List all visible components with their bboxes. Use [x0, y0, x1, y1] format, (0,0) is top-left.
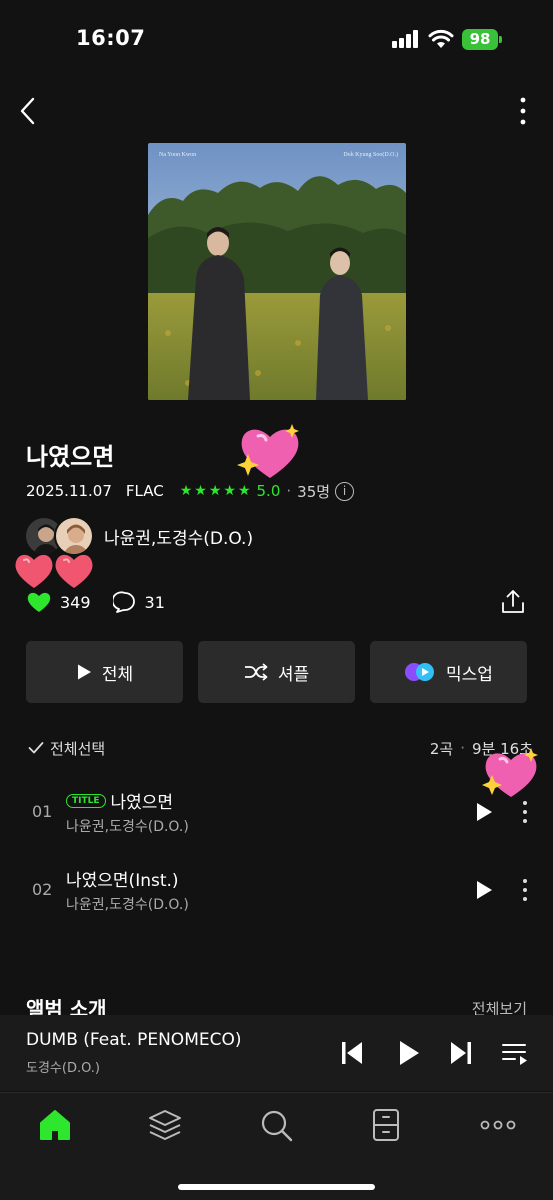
star-icon: ★: [237, 483, 251, 499]
album-cover-illustration: [148, 143, 406, 400]
mixup-button[interactable]: 믹스업: [370, 641, 527, 703]
track-play-icon[interactable]: [474, 879, 494, 901]
rating-stars: ★ ★ ★ ★ ★: [180, 483, 251, 499]
separator-dot: ·: [460, 739, 465, 757]
track-more-icon[interactable]: [518, 799, 532, 825]
title-badge: TITLE: [66, 793, 106, 808]
playlist-queue-icon[interactable]: [501, 1041, 529, 1067]
comment-count: 31: [144, 592, 165, 612]
album-title: 나였으면: [26, 443, 115, 471]
heart-like-icon[interactable]: [26, 590, 52, 614]
cover-credit-left: Na Yoon Kwon: [159, 152, 197, 158]
release-date: 2025.11.07: [26, 482, 112, 500]
select-all-toggle[interactable]: 전체선택: [28, 737, 105, 759]
previous-track-icon[interactable]: [340, 1040, 364, 1066]
now-playing-artist: 도경수(D.O.): [26, 1061, 101, 1076]
track-count: 2곡: [429, 739, 454, 758]
play-all-label: 전체: [101, 664, 134, 685]
checkmark-icon: [28, 742, 44, 754]
rating-score: 5.0: [256, 482, 281, 500]
next-track-icon[interactable]: [449, 1040, 473, 1066]
share-icon[interactable]: [499, 588, 527, 616]
album-cover: Na Yoon Kwon Doh Kyung Soo(D.O.): [148, 143, 406, 400]
comment-icon[interactable]: [112, 590, 137, 614]
now-playing-title: DUMB (Feat. PENOMECO): [26, 1030, 242, 1050]
track-row[interactable]: 02 나였으면(Inst.) 나윤권,도경수(D.O.): [0, 860, 553, 920]
like-count: 349: [60, 592, 91, 612]
play-icon[interactable]: [397, 1039, 421, 1067]
shuffle-icon: [244, 663, 268, 681]
track-title-line: 나였으면(Inst.): [66, 866, 179, 891]
track-number: 02: [32, 880, 53, 899]
status-time: 16:07: [76, 26, 146, 50]
sparkle-heart-sticker-icon: [482, 748, 538, 797]
info-icon[interactable]: i: [335, 481, 355, 501]
play-icon: [77, 664, 91, 680]
star-icon: ★: [208, 483, 222, 499]
audio-format: FLAC: [125, 482, 164, 500]
more-dots-icon[interactable]: [478, 1107, 518, 1143]
track-title: 나였으면: [110, 793, 174, 813]
home-icon[interactable]: [37, 1107, 73, 1143]
track-title: 나였으면(Inst.): [66, 871, 179, 891]
track-more-icon[interactable]: [518, 877, 532, 903]
layers-icon[interactable]: [147, 1107, 183, 1143]
search-icon[interactable]: [258, 1107, 294, 1143]
mini-player[interactable]: DUMB (Feat. PENOMECO) 도경수(D.O.): [0, 1015, 553, 1091]
track-title-line: TITLE 나였으면: [66, 788, 173, 813]
mixup-icon: [405, 663, 435, 681]
back-icon[interactable]: [14, 94, 44, 128]
track-artist: 나윤권,도경수(D.O.): [66, 897, 189, 913]
mixup-label: 믹스업: [446, 664, 493, 685]
track-play-icon[interactable]: [474, 801, 494, 823]
shuffle-label: 셔플: [277, 664, 310, 685]
track-row[interactable]: 01 TITLE 나였으면 나윤권,도경수(D.O.): [0, 782, 553, 842]
battery-tip: [499, 36, 502, 43]
social-row: 349 31: [26, 588, 165, 616]
double-heart-sticker-icon: [15, 554, 93, 588]
track-number: 01: [32, 802, 53, 821]
sparkle-heart-sticker-icon: [237, 424, 299, 478]
shuffle-button[interactable]: 셔플: [198, 641, 355, 703]
star-icon: ★: [179, 483, 193, 499]
cellular-signal-icon: [392, 30, 420, 48]
status-bar: 16:07 98: [0, 0, 553, 82]
rating-count: 35명: [297, 482, 331, 501]
track-artist: 나윤권,도경수(D.O.): [66, 819, 189, 835]
more-vertical-icon[interactable]: [508, 94, 538, 128]
play-all-button[interactable]: 전체: [26, 641, 183, 703]
battery-indicator: 98: [462, 29, 498, 50]
album-meta-row: 2025.11.07 FLAC ★ ★ ★ ★ ★ 5.0 · 35명 i: [26, 480, 355, 502]
library-drawer-icon[interactable]: [368, 1107, 404, 1143]
select-all-label: 전체선택: [50, 739, 106, 758]
star-icon: ★: [194, 483, 207, 499]
star-icon: ★: [223, 483, 236, 499]
wifi-icon: [428, 29, 454, 48]
cover-credit-right: Doh Kyung Soo(D.O.): [343, 152, 398, 158]
separator-dot: ·: [286, 482, 292, 500]
artist-names: 나윤권,도경수(D.O.): [104, 528, 254, 549]
home-indicator: [178, 1184, 375, 1190]
